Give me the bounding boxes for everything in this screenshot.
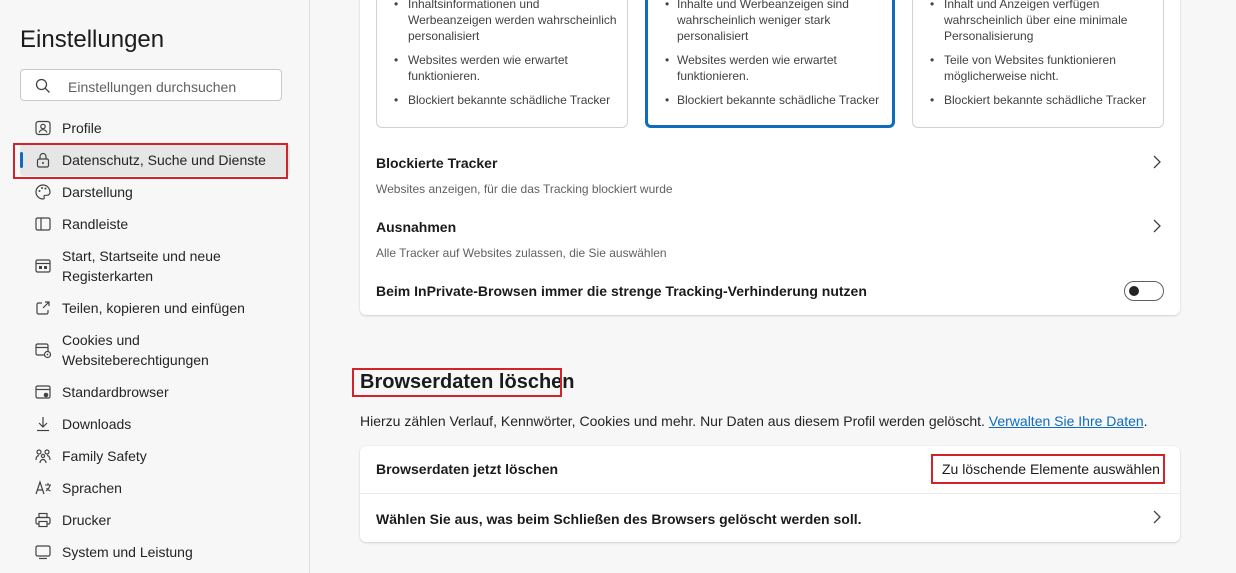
sidebar-item-system[interactable]: System und Leistung	[20, 536, 290, 568]
sidebar-item-default-browser[interactable]: Standardbrowser	[20, 376, 290, 408]
sidebar-item-sidebar[interactable]: Randleiste	[20, 208, 290, 240]
profile-icon	[34, 119, 52, 137]
palette-icon	[34, 183, 52, 201]
sidebar-item-label: Randleiste	[62, 216, 129, 232]
sidebar-item-downloads[interactable]: Downloads	[20, 408, 290, 440]
chevron-right-icon[interactable]	[1152, 219, 1162, 233]
option-bullet: Inhaltsinformationen und Werbeanzeigen w…	[377, 0, 627, 44]
sidebar-item-label: Sprachen	[62, 480, 122, 496]
blocked-trackers-subtitle: Websites anzeigen, für die das Tracking …	[376, 182, 673, 196]
tracking-option-balanced[interactable]: Inhalte und Werbeanzeigen sind wahrschei…	[645, 0, 895, 128]
sidebar-item-profile[interactable]: Profile	[20, 112, 290, 144]
settings-nav: Profile Datenschutz, Suche und Dienste D…	[20, 112, 290, 568]
exceptions-title[interactable]: Ausnahmen	[376, 219, 456, 235]
clear-data-description-text: Hierzu zählen Verlauf, Kennwörter, Cooki…	[360, 413, 985, 429]
settings-title: Einstellungen	[20, 26, 165, 53]
option-bullet: Blockiert bekannte schädliche Tracker	[913, 92, 1163, 108]
inprivate-strict-label: Beim InPrivate-Browsen immer die strenge…	[376, 283, 867, 299]
tracking-option-strict[interactable]: Inhalt und Anzeigen verfügen wahrscheinl…	[912, 0, 1164, 128]
highlight-annotation	[13, 143, 288, 179]
sidebar-item-label: Cookies und Websiteberechtigungen	[62, 332, 209, 368]
settings-sidebar: Einstellungen Profile Datenschutz, Suche…	[0, 0, 310, 573]
clear-data-description: Hierzu zählen Verlauf, Kennwörter, Cooki…	[360, 413, 1148, 429]
option-bullet: Inhalt und Anzeigen verfügen wahrscheinl…	[913, 0, 1163, 44]
option-bullet: Websites werden wie erwartet funktionier…	[648, 52, 892, 84]
settings-search-box[interactable]	[20, 69, 282, 101]
tracking-option-basic[interactable]: Inhaltsinformationen und Werbeanzeigen w…	[376, 0, 628, 128]
browser-icon	[34, 383, 52, 401]
exceptions-subtitle: Alle Tracker auf Websites zulassen, die …	[376, 246, 667, 260]
card-divider	[360, 493, 1180, 494]
cookies-icon	[34, 341, 52, 359]
download-icon	[34, 415, 52, 433]
chevron-right-icon[interactable]	[1152, 155, 1162, 169]
sidebar-item-printers[interactable]: Drucker	[20, 504, 290, 536]
sidebar-item-share[interactable]: Teilen, kopieren und einfügen	[20, 292, 290, 324]
sidebar-item-label: Downloads	[62, 416, 132, 432]
toggle-knob	[1129, 286, 1139, 296]
sidebar-item-label: Standardbrowser	[62, 384, 169, 400]
sidebar-icon	[34, 215, 52, 233]
sidebar-item-languages[interactable]: Sprachen	[20, 472, 290, 504]
sidebar-item-label: System und Leistung	[62, 544, 193, 560]
clear-data-now-label: Browserdaten jetzt löschen	[376, 461, 559, 477]
option-bullet: Inhalte und Werbeanzeigen sind wahrschei…	[648, 0, 892, 44]
option-bullet: Websites werden wie erwartet funktionier…	[377, 52, 627, 84]
sidebar-item-label: Start, Startseite und neue Registerkarte…	[62, 248, 221, 284]
sidebar-item-start[interactable]: Start, Startseite und neue Registerkarte…	[20, 240, 290, 292]
printer-icon	[34, 511, 52, 529]
search-icon	[35, 78, 50, 93]
sidebar-item-label: Family Safety	[62, 448, 147, 464]
manage-data-link[interactable]: Verwalten Sie Ihre Daten	[989, 413, 1144, 429]
sidebar-item-label: Profile	[62, 120, 102, 136]
sidebar-item-label: Darstellung	[62, 184, 133, 200]
option-bullet: Teile von Websites funktionieren möglich…	[913, 52, 1163, 84]
blocked-trackers-title[interactable]: Blockierte Tracker	[376, 155, 497, 171]
language-icon	[34, 479, 52, 497]
clear-on-close-label[interactable]: Wählen Sie aus, was beim Schließen des B…	[376, 511, 862, 527]
share-icon	[34, 299, 52, 317]
system-icon	[34, 543, 52, 561]
sidebar-item-label: Teilen, kopieren und einfügen	[62, 300, 245, 316]
option-bullet: Blockiert bekannte schädliche Tracker	[648, 92, 892, 108]
inprivate-strict-toggle[interactable]	[1124, 281, 1164, 301]
sidebar-item-cookies[interactable]: Cookies und Websiteberechtigungen	[20, 324, 290, 376]
chevron-right-icon[interactable]	[1152, 510, 1162, 524]
family-icon	[34, 447, 52, 465]
settings-search-input[interactable]	[66, 76, 275, 98]
home-icon	[34, 257, 52, 275]
option-bullet: Blockiert bekannte schädliche Tracker	[377, 92, 627, 108]
highlight-annotation	[931, 454, 1165, 484]
sidebar-item-label: Drucker	[62, 512, 112, 528]
sidebar-item-appearance[interactable]: Darstellung	[20, 176, 290, 208]
description-period: .	[1143, 413, 1148, 429]
highlight-annotation	[352, 368, 562, 397]
sidebar-item-family-safety[interactable]: Family Safety	[20, 440, 290, 472]
